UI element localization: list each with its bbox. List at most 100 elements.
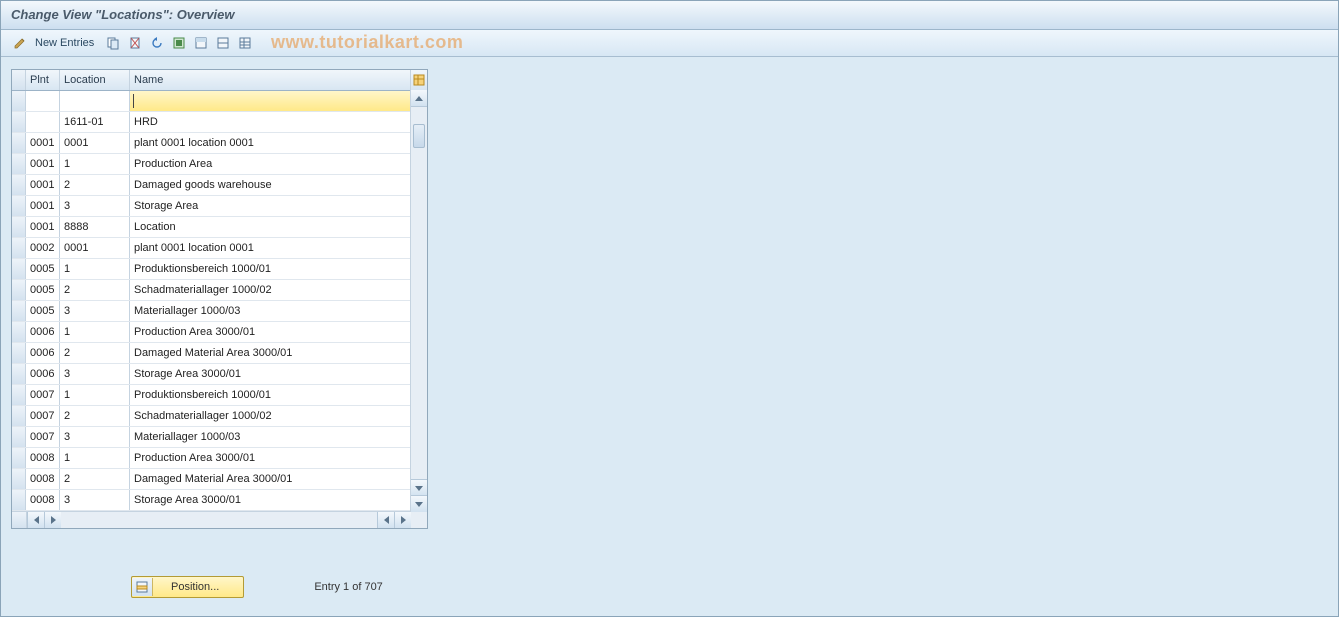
column-header-plnt[interactable]: Plnt (26, 70, 60, 90)
select-block-icon[interactable] (192, 34, 210, 52)
toggle-display-change-icon[interactable] (11, 34, 29, 52)
scroll-up-button[interactable] (411, 90, 427, 107)
cell-location[interactable]: 2 (60, 406, 130, 426)
hscroll-right-button-2[interactable] (394, 512, 411, 528)
cell-location[interactable]: 1 (60, 259, 130, 279)
cell-name[interactable]: Materiallager 1000/03 (130, 427, 427, 447)
deselect-all-icon[interactable] (214, 34, 232, 52)
cell-name[interactable]: plant 0001 location 0001 (130, 133, 427, 153)
column-header-name[interactable]: Name (130, 70, 411, 90)
hscroll-left-button-2[interactable] (377, 512, 394, 528)
cell-plnt[interactable]: 0006 (26, 322, 60, 342)
cell-location[interactable]: 0001 (60, 238, 130, 258)
cell-plnt[interactable]: 0005 (26, 301, 60, 321)
hscroll-left-button[interactable] (27, 512, 44, 528)
cell-name[interactable]: Damaged goods warehouse (130, 175, 427, 195)
cell-name-input[interactable] (130, 91, 427, 111)
cell-plnt[interactable]: 0006 (26, 364, 60, 384)
cell-plnt[interactable] (26, 112, 60, 132)
cell-location[interactable]: 1 (60, 448, 130, 468)
select-all-column[interactable] (12, 70, 26, 90)
row-selector[interactable] (12, 259, 26, 279)
cell-name[interactable]: Storage Area 3000/01 (130, 364, 427, 384)
scroll-down-button-2[interactable] (411, 495, 427, 512)
cell-location[interactable]: 3 (60, 427, 130, 447)
cell-name[interactable]: Materiallager 1000/03 (130, 301, 427, 321)
cell-plnt[interactable]: 0007 (26, 385, 60, 405)
cell-location[interactable]: 3 (60, 364, 130, 384)
cell-location[interactable]: 0001 (60, 133, 130, 153)
cell-name[interactable]: Schadmateriallager 1000/02 (130, 280, 427, 300)
new-entries-button[interactable]: New Entries (35, 37, 94, 49)
cell-name[interactable]: Damaged Material Area 3000/01 (130, 469, 427, 489)
cell-plnt[interactable]: 0008 (26, 448, 60, 468)
cell-plnt[interactable]: 0001 (26, 196, 60, 216)
undo-change-icon[interactable] (148, 34, 166, 52)
delete-icon[interactable] (126, 34, 144, 52)
row-selector[interactable] (12, 280, 26, 300)
cell-location[interactable]: 1611-01 (60, 112, 130, 132)
copy-as-icon[interactable] (104, 34, 122, 52)
cell-location[interactable]: 1 (60, 154, 130, 174)
cell-location[interactable]: 2 (60, 343, 130, 363)
row-selector[interactable] (12, 217, 26, 237)
row-selector[interactable] (12, 238, 26, 258)
cell-location[interactable]: 3 (60, 196, 130, 216)
cell-plnt[interactable]: 0001 (26, 217, 60, 237)
cell-location[interactable]: 1 (60, 322, 130, 342)
cell-location[interactable]: 8888 (60, 217, 130, 237)
cell-plnt[interactable]: 0008 (26, 490, 60, 510)
cell-name[interactable]: Produktionsbereich 1000/01 (130, 385, 427, 405)
cell-name[interactable]: Production Area 3000/01 (130, 322, 427, 342)
cell-location[interactable] (60, 91, 130, 111)
cell-name[interactable]: HRD (130, 112, 427, 132)
configure-columns-icon[interactable] (411, 70, 427, 90)
cell-name[interactable]: Storage Area 3000/01 (130, 490, 427, 510)
cell-name[interactable]: Location (130, 217, 427, 237)
row-selector[interactable] (12, 385, 26, 405)
cell-name[interactable]: Produktionsbereich 1000/01 (130, 259, 427, 279)
row-selector[interactable] (12, 427, 26, 447)
cell-location[interactable]: 3 (60, 301, 130, 321)
cell-plnt[interactable]: 0005 (26, 259, 60, 279)
row-selector[interactable] (12, 133, 26, 153)
row-selector[interactable] (12, 196, 26, 216)
cell-plnt[interactable]: 0005 (26, 280, 60, 300)
cell-location[interactable]: 2 (60, 280, 130, 300)
cell-location[interactable]: 2 (60, 175, 130, 195)
select-all-icon[interactable] (170, 34, 188, 52)
cell-plnt[interactable]: 0001 (26, 175, 60, 195)
cell-name[interactable]: Production Area (130, 154, 427, 174)
row-selector[interactable] (12, 154, 26, 174)
cell-name[interactable]: Production Area 3000/01 (130, 448, 427, 468)
hscroll-right-button[interactable] (44, 512, 61, 528)
scroll-thumb[interactable] (413, 124, 425, 148)
table-settings-icon[interactable] (236, 34, 254, 52)
cell-name[interactable]: Schadmateriallager 1000/02 (130, 406, 427, 426)
row-selector[interactable] (12, 343, 26, 363)
cell-plnt[interactable]: 0002 (26, 238, 60, 258)
row-selector[interactable] (12, 112, 26, 132)
cell-plnt[interactable] (26, 91, 60, 111)
cell-location[interactable]: 3 (60, 490, 130, 510)
cell-name[interactable]: Damaged Material Area 3000/01 (130, 343, 427, 363)
cell-name[interactable]: plant 0001 location 0001 (130, 238, 427, 258)
cell-plnt[interactable]: 0001 (26, 133, 60, 153)
row-selector[interactable] (12, 322, 26, 342)
row-selector[interactable] (12, 448, 26, 468)
cell-location[interactable]: 1 (60, 385, 130, 405)
row-selector[interactable] (12, 490, 26, 510)
position-button[interactable]: Position... (131, 576, 244, 598)
cell-name[interactable]: Storage Area (130, 196, 427, 216)
scroll-down-button[interactable] (411, 479, 427, 496)
row-selector[interactable] (12, 406, 26, 426)
row-selector[interactable] (12, 364, 26, 384)
row-selector[interactable] (12, 175, 26, 195)
cell-plnt[interactable]: 0007 (26, 427, 60, 447)
row-selector[interactable] (12, 469, 26, 489)
cell-plnt[interactable]: 0007 (26, 406, 60, 426)
row-selector[interactable] (12, 301, 26, 321)
row-selector[interactable] (12, 91, 26, 111)
cell-plnt[interactable]: 0008 (26, 469, 60, 489)
cell-plnt[interactable]: 0001 (26, 154, 60, 174)
